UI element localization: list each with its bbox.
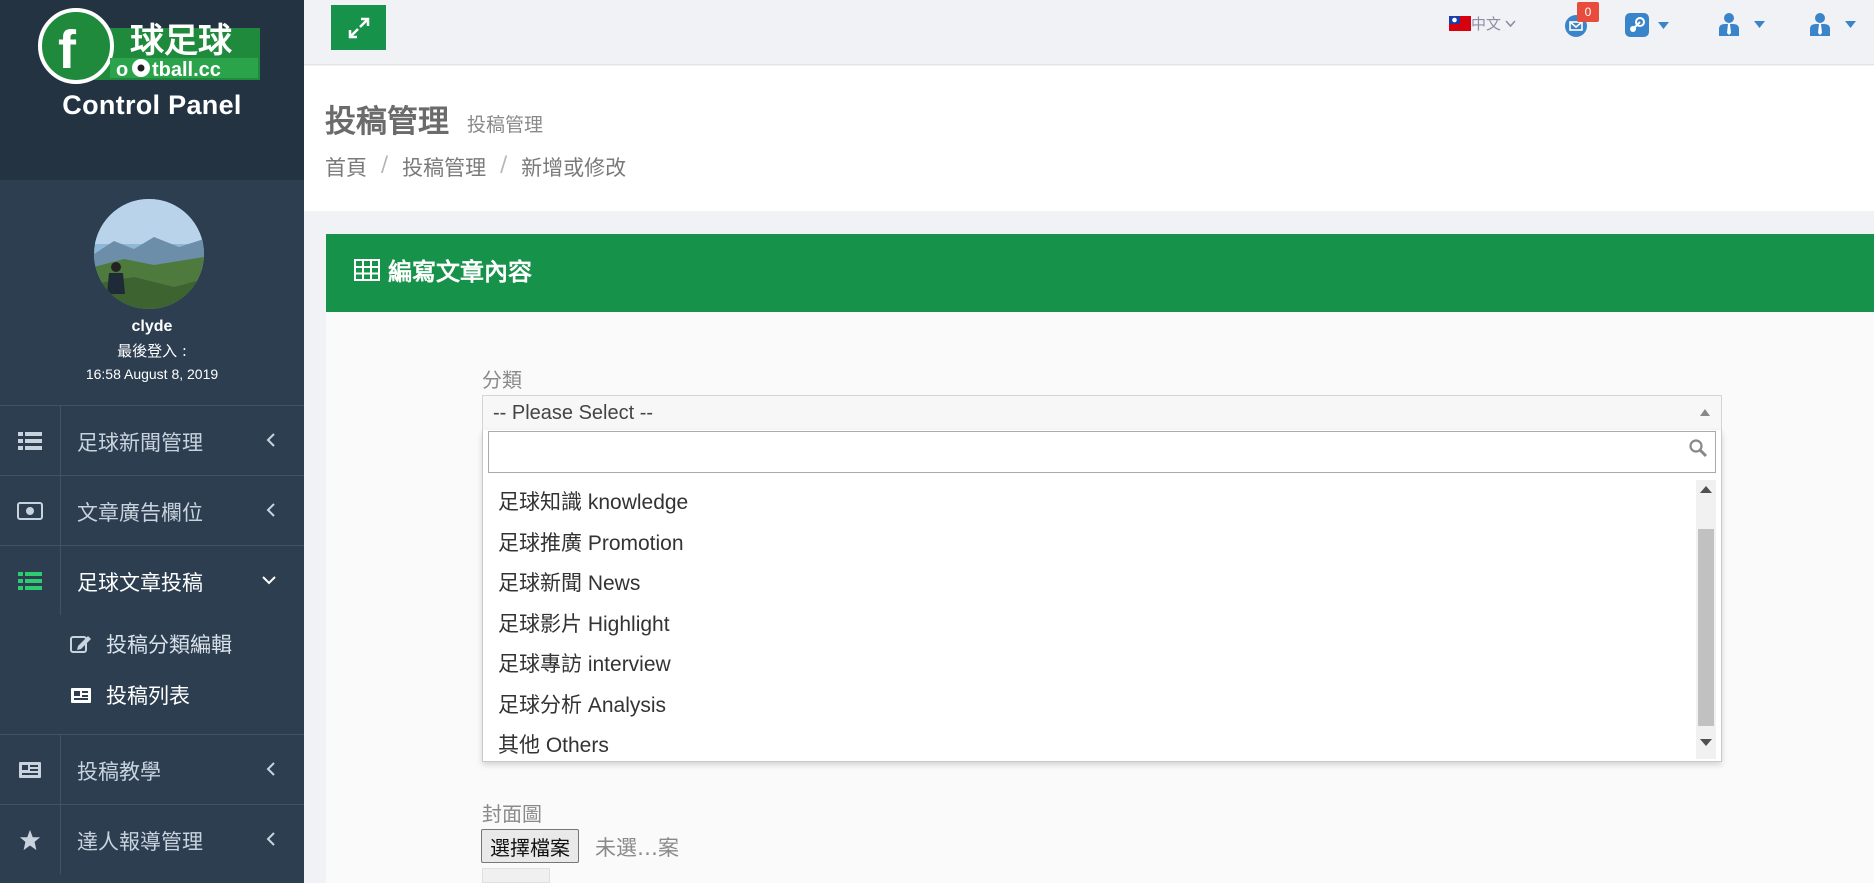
menu-item-submission-tutorial[interactable]: 投稿教學 xyxy=(0,734,304,804)
menu-item-label: 足球新聞管理 xyxy=(77,431,203,455)
user-dropdown[interactable] xyxy=(1718,12,1765,36)
cover-image-label: 封面圖 xyxy=(482,802,542,826)
caret-up-icon xyxy=(1700,409,1710,416)
user-name: clyde xyxy=(131,318,173,335)
category-options: 足球知識 knowledge 足球推廣 Promotion 足球新聞 News … xyxy=(484,481,1696,765)
breadcrumb-submissions[interactable]: 投稿管理 xyxy=(402,152,486,182)
svg-text:o: o xyxy=(116,59,128,81)
chevron-left-icon xyxy=(266,832,276,846)
caret-down-icon xyxy=(1845,20,1856,28)
menu-item-article-submission[interactable]: 足球文章投稿 xyxy=(0,545,304,615)
user-tie-icon xyxy=(1809,12,1831,36)
breadcrumb-separator: / xyxy=(381,152,389,176)
search-icon xyxy=(1688,438,1708,458)
panel-header xyxy=(326,234,1874,312)
scroll-up-arrow-icon[interactable] xyxy=(1700,486,1712,493)
choose-file-button[interactable]: 選擇檔案 xyxy=(481,829,579,863)
edit-icon xyxy=(70,634,92,654)
svg-text:tball.cc: tball.cc xyxy=(152,59,221,81)
star-icon xyxy=(0,805,61,874)
submenu-item-category-edit[interactable]: 投稿分類編輯 xyxy=(70,624,232,664)
submenu-item-submission-list[interactable]: 投稿列表 xyxy=(70,675,190,715)
last-login-time: 16:58 August 8, 2019 xyxy=(85,366,219,382)
newspaper-icon xyxy=(70,686,92,704)
category-option[interactable]: 其他 Others xyxy=(484,724,1696,765)
chevron-left-icon xyxy=(266,503,276,517)
last-login-label: 最後登入 : xyxy=(117,342,187,360)
page-title: 投稿管理 xyxy=(325,104,449,140)
expand-icon xyxy=(348,17,370,39)
language-selector[interactable]: 中文 xyxy=(1449,13,1516,34)
panel-title-wrap: 編寫文章內容 xyxy=(354,252,532,287)
chevron-left-icon xyxy=(266,762,276,776)
category-option[interactable]: 足球專訪 interview xyxy=(484,643,1696,684)
menu-item-news-management[interactable]: 足球新聞管理 xyxy=(0,405,304,475)
mail-count-badge: 0 xyxy=(1577,2,1599,22)
category-option[interactable]: 足球推廣 Promotion xyxy=(484,522,1696,563)
fullscreen-toggle-button[interactable] xyxy=(331,5,386,50)
category-option[interactable]: 足球新聞 News xyxy=(484,562,1696,603)
language-label: 中文 xyxy=(1471,15,1502,33)
content-header xyxy=(304,66,1874,211)
logo-area: f 球足球 o tball.cc Control Panel xyxy=(0,0,304,180)
category-option[interactable]: 足球知識 knowledge xyxy=(484,481,1696,522)
steam-icon xyxy=(1624,12,1650,38)
caret-down-icon xyxy=(1658,21,1669,29)
steam-dropdown[interactable] xyxy=(1624,12,1669,38)
newspaper-icon xyxy=(0,735,61,804)
breadcrumb-separator: / xyxy=(500,152,508,176)
menu-item-expert-reports[interactable]: 達人報導管理 xyxy=(0,804,304,874)
breadcrumb-current: 新增或修改 xyxy=(521,156,627,180)
submenu-label: 投稿列表 xyxy=(106,684,190,708)
chevron-down-icon xyxy=(262,575,276,585)
svg-text:f: f xyxy=(58,20,77,80)
file-status: 未選…案 xyxy=(595,836,679,860)
avatar[interactable] xyxy=(94,199,204,309)
control-panel-title: Control Panel xyxy=(62,90,242,120)
money-icon xyxy=(0,476,61,545)
category-option[interactable]: 足球分析 Analysis xyxy=(484,684,1696,725)
menu-item-article-ads[interactable]: 文章廣告欄位 xyxy=(0,475,304,545)
cover-image-preview xyxy=(482,868,550,883)
category-option[interactable]: 足球影片 Highlight xyxy=(484,603,1696,644)
account-dropdown[interactable] xyxy=(1809,12,1856,36)
scrollbar-thumb[interactable] xyxy=(1698,529,1714,726)
svg-text:球足球: 球足球 xyxy=(130,21,233,61)
table-icon xyxy=(354,258,388,281)
list-icon xyxy=(0,546,61,615)
menu-item-label: 足球文章投稿 xyxy=(77,571,203,595)
category-label: 分類 xyxy=(482,368,522,392)
taiwan-flag-icon xyxy=(1449,16,1471,31)
menu-item-label: 投稿教學 xyxy=(77,760,161,784)
category-search-input[interactable] xyxy=(488,431,1716,473)
scroll-down-arrow-icon[interactable] xyxy=(1700,739,1712,746)
menu-item-label: 文章廣告欄位 xyxy=(77,501,203,525)
page-subtitle: 投稿管理 xyxy=(467,114,544,136)
list-icon xyxy=(0,406,61,475)
menu-item-label: 達人報導管理 xyxy=(77,830,203,854)
breadcrumb-home[interactable]: 首頁 xyxy=(325,152,367,182)
caret-down-icon xyxy=(1754,20,1765,28)
panel-title: 編寫文章內容 xyxy=(388,258,532,286)
user-tie-icon xyxy=(1718,12,1740,36)
submenu-label: 投稿分類編輯 xyxy=(106,633,232,657)
site-logo[interactable]: f 球足球 o tball.cc xyxy=(38,6,268,92)
chevron-left-icon xyxy=(266,433,276,447)
breadcrumb: 首頁 / 投稿管理 / 新增或修改 xyxy=(325,152,626,182)
sidebar: f 球足球 o tball.cc Control Panel clyde 最後登… xyxy=(0,0,304,883)
chevron-down-icon xyxy=(1505,19,1516,28)
category-select[interactable]: -- Please Select -- xyxy=(482,395,1722,430)
